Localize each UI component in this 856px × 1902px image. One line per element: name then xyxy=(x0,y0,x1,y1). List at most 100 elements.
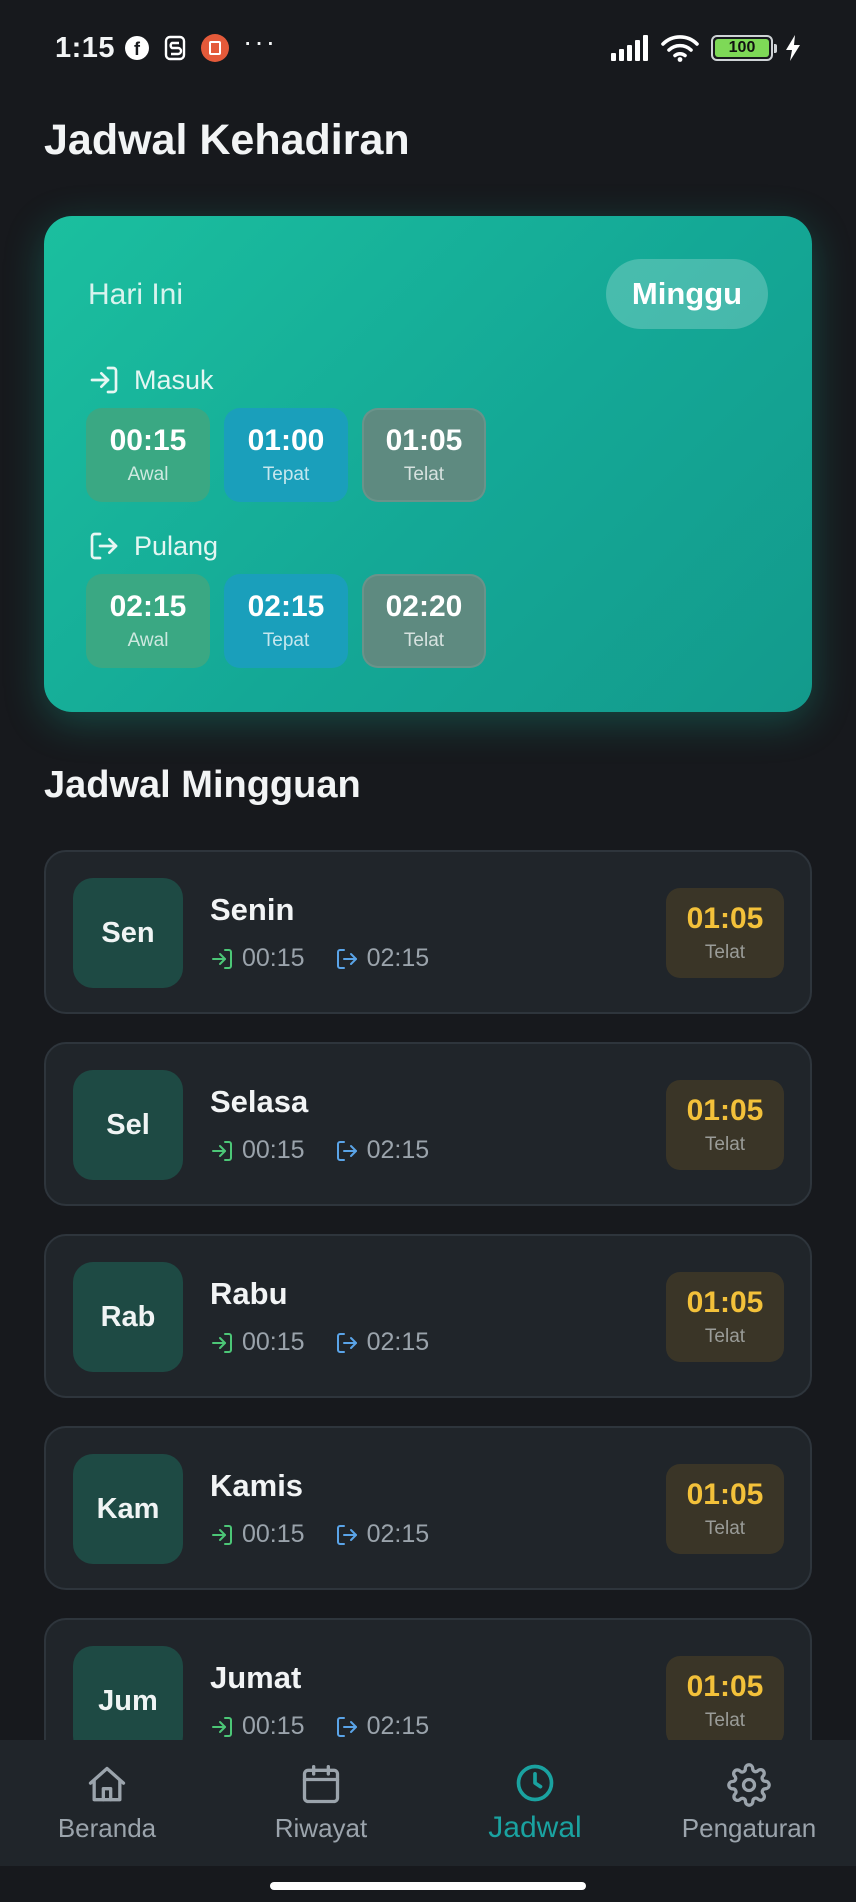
checkout-time: 02:15 xyxy=(366,1712,430,1740)
nav-pengaturan[interactable]: Pengaturan xyxy=(642,1740,856,1866)
day-name: Rabu xyxy=(210,1276,288,1311)
checkout-time-group: 02:15 xyxy=(335,944,430,973)
day-times: 00:15 02:15 xyxy=(210,944,429,973)
nav-beranda-label: Beranda xyxy=(57,1812,157,1843)
checkin-time: 00:15 xyxy=(242,1328,305,1356)
charging-icon xyxy=(786,35,800,61)
weekly-day-card[interactable]: Rab Rabu 00:15 02:15 01:05 Telat xyxy=(44,1234,812,1398)
home-icon xyxy=(88,1766,126,1801)
logout-icon xyxy=(336,1524,357,1545)
nav-beranda[interactable]: Beranda xyxy=(0,1740,214,1866)
calendar-icon xyxy=(302,1764,340,1803)
checkin-time: 00:15 xyxy=(242,1520,305,1548)
pulang-awal-chip: 02:15 Awal xyxy=(86,574,210,668)
nav-jadwal[interactable]: Jadwal xyxy=(428,1740,642,1866)
masuk-label: Masuk xyxy=(134,364,214,395)
day-short-badge: Sel xyxy=(73,1070,183,1180)
masuk-times: 00:15 Awal 01:00 Tepat 01:05 Telat xyxy=(86,408,486,502)
checkout-time: 02:15 xyxy=(366,1328,430,1356)
login-icon xyxy=(212,1332,232,1353)
late-time: 01:05 xyxy=(686,902,764,935)
logout-icon xyxy=(336,1716,357,1737)
pulang-telat-label: Telat xyxy=(403,630,445,651)
late-time-box: 01:05 Telat xyxy=(666,1656,784,1746)
day-times: 00:15 02:15 xyxy=(210,1712,429,1741)
checkin-time-group: 00:15 xyxy=(210,944,305,973)
today-day-badge: Minggu xyxy=(606,259,768,329)
checkin-time-group: 00:15 xyxy=(210,1328,305,1357)
signal-icon xyxy=(611,35,648,61)
late-time-box: 01:05 Telat xyxy=(666,888,784,978)
logout-icon xyxy=(90,532,118,560)
day-name: Senin xyxy=(210,892,295,927)
checkin-time: 00:15 xyxy=(242,1136,305,1164)
checkout-time: 02:15 xyxy=(366,1136,430,1164)
status-time: 1:15 xyxy=(55,31,116,64)
late-time: 01:05 xyxy=(686,1670,764,1703)
late-time-box: 01:05 Telat xyxy=(666,1272,784,1362)
logout-icon xyxy=(336,1140,357,1161)
pulang-tepat-label: Tepat xyxy=(262,630,310,651)
late-label: Telat xyxy=(704,1710,746,1731)
checkout-time: 02:15 xyxy=(366,944,430,972)
battery-level: 100 xyxy=(715,39,769,57)
login-icon xyxy=(212,1716,232,1737)
late-label: Telat xyxy=(704,1326,746,1347)
checkout-time-group: 02:15 xyxy=(335,1136,430,1165)
day-times: 00:15 02:15 xyxy=(210,1520,429,1549)
masuk-tepat-chip: 01:00 Tepat xyxy=(224,408,348,502)
masuk-awal-label: Awal xyxy=(127,464,169,485)
masuk-telat-chip: 01:05 Telat xyxy=(362,408,486,502)
home-indicator[interactable] xyxy=(270,1882,586,1890)
late-label: Telat xyxy=(704,942,746,963)
late-label: Telat xyxy=(704,1518,746,1539)
day-short-badge: Kam xyxy=(73,1454,183,1564)
masuk-awal-chip: 00:15 Awal xyxy=(86,408,210,502)
clipboard-app-icon xyxy=(201,34,230,62)
checkout-time-group: 02:15 xyxy=(335,1712,430,1741)
login-icon xyxy=(212,1524,232,1545)
pulang-times: 02:15 Awal 02:15 Tepat 02:20 Telat xyxy=(86,574,486,668)
page-title: Jadwal Kehadiran xyxy=(44,116,410,164)
masuk-header: Masuk xyxy=(88,364,214,396)
more-notifications-icon: ··· xyxy=(243,26,278,57)
weekly-day-card[interactable]: Kam Kamis 00:15 02:15 01:05 Telat xyxy=(44,1426,812,1590)
pulang-awal-time: 02:15 xyxy=(109,590,187,623)
day-name: Jumat xyxy=(210,1660,302,1695)
late-label: Telat xyxy=(704,1134,746,1155)
masuk-awal-time: 00:15 xyxy=(109,424,187,457)
wifi-icon xyxy=(661,35,699,62)
late-time-box: 01:05 Telat xyxy=(666,1080,784,1170)
logout-icon xyxy=(336,948,357,969)
pulang-telat-time: 02:20 xyxy=(385,590,463,623)
status-system-icons: 100 xyxy=(611,34,801,62)
day-times: 00:15 02:15 xyxy=(210,1136,429,1165)
login-icon xyxy=(212,1140,232,1161)
status-notification-icons: f ··· xyxy=(125,26,277,62)
late-time: 01:05 xyxy=(686,1286,764,1319)
pulang-telat-chip: 02:20 Telat xyxy=(362,574,486,668)
checkout-time-group: 02:15 xyxy=(335,1520,430,1549)
masuk-tepat-label: Tepat xyxy=(262,464,310,485)
masuk-telat-time: 01:05 xyxy=(385,424,463,457)
pulang-header: Pulang xyxy=(88,530,218,562)
checkout-time: 02:15 xyxy=(366,1520,430,1548)
facebook-icon: f xyxy=(125,36,150,60)
weekly-day-card[interactable]: Sel Selasa 00:15 02:15 01:05 Telat xyxy=(44,1042,812,1206)
day-short-badge: Sen xyxy=(73,878,183,988)
nav-pengaturan-label: Pengaturan xyxy=(681,1812,817,1843)
nav-riwayat[interactable]: Riwayat xyxy=(214,1740,428,1866)
login-icon xyxy=(212,948,232,969)
s-app-icon xyxy=(163,35,187,61)
weekly-day-card[interactable]: Sen Senin 00:15 02:15 01:05 Telat xyxy=(44,850,812,1014)
logout-icon xyxy=(336,1332,357,1353)
bottom-navigation: Beranda Riwayat Jadwal Pengaturan xyxy=(0,1740,856,1866)
gear-icon xyxy=(727,1762,771,1807)
day-short-badge: Rab xyxy=(73,1262,183,1372)
late-time: 01:05 xyxy=(686,1094,764,1127)
weekly-section-title: Jadwal Mingguan xyxy=(44,764,361,806)
pulang-tepat-chip: 02:15 Tepat xyxy=(224,574,348,668)
masuk-telat-label: Telat xyxy=(403,464,445,485)
checkin-time-group: 00:15 xyxy=(210,1712,305,1741)
status-bar: 1:15 f ··· 100 xyxy=(0,0,856,96)
